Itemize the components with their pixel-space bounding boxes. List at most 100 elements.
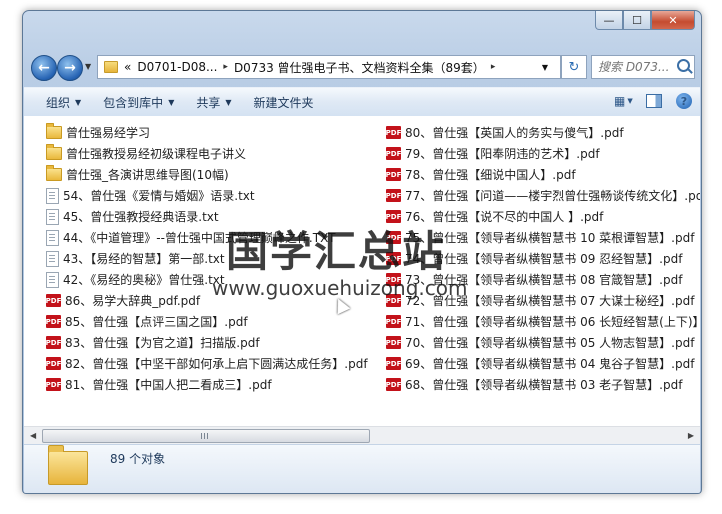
file-name: 81、曾仕强【中国人把二看成三】.pdf [65,378,272,392]
pdf-file-icon: PDF [46,336,61,349]
file-item[interactable]: PDF 70、曾仕强【领导者纵横智慧书 05 人物志智慧】.pdf [386,332,700,353]
share-label: 共享 [196,95,221,110]
file-item[interactable]: PDF 81、曾仕强【中国人把二看成三】.pdf [46,374,386,395]
arrow-right-icon: → [64,60,76,76]
file-item[interactable]: PDF 79、曾仕强【阳奉阴违的艺术】.pdf [386,143,700,164]
file-name: 71、曾仕强【领导者纵横智慧书 06 长短经智慧(上下)】.pdf [405,315,700,329]
view-grid-icon: ▦ [614,94,626,108]
recent-pages-dropdown[interactable]: ▼ [85,62,91,71]
watermark-title: 国学汇总站 [226,227,447,276]
preview-pane-button[interactable] [646,94,662,108]
chevron-down-icon: ▼ [85,62,92,71]
navigation-bar: ← → ▼ « D0701-D08... ▸ D0733 曾仕强电子书、文档资料… [29,53,695,81]
file-name: 79、曾仕强【阳奉阴违的艺术】.pdf [405,147,600,161]
command-bar: 组织 ▼ 包含到库中 ▼ 共享 ▼ 新建文件夹 ▦ ▼ ? [24,87,700,117]
scroll-left-icon[interactable]: ◀ [30,431,36,440]
new-folder-label: 新建文件夹 [253,95,314,110]
chevron-down-icon: ▼ [627,97,633,105]
pdf-file-icon: PDF [386,315,401,328]
file-name: 75、曾仕强【领导者纵横智慧书 10 菜根谭智慧】.pdf [405,231,695,245]
text-file-icon [46,271,59,288]
file-item[interactable]: PDF 71、曾仕强【领导者纵横智慧书 06 长短经智慧(上下)】.pdf [386,311,700,332]
watermark-url: www.guoxuehuizong.com [212,276,468,300]
breadcrumb-parent[interactable]: D0701-D08... [137,60,217,74]
pdf-file-icon: PDF [386,357,401,370]
organize-label: 组织 [46,95,71,110]
pdf-file-icon: PDF [386,168,401,181]
file-name: 82、曾仕强【中坚干部如何承上启下圆满达成任务】.pdf [65,357,368,371]
share-menu[interactable]: 共享 ▼ [196,94,231,111]
file-name: 54、曾仕强《爱情与婚姻》语录.txt [63,189,255,203]
search-icon[interactable] [677,59,690,72]
folder-icon [46,144,62,160]
include-library-menu[interactable]: 包含到库中 ▼ [103,94,174,111]
file-name: 77、曾仕强【问道——楼宇烈曾仕强畅谈传统文化】.pdf [405,189,700,203]
maximize-button[interactable]: ☐ [623,11,651,30]
pdf-file-icon: PDF [46,357,61,370]
large-folder-icon [48,445,88,485]
file-name: 曾仕强易经学习 [66,126,151,140]
text-file-icon [46,208,59,225]
folder-icon [104,61,118,73]
text-file-icon [46,229,59,246]
file-item[interactable]: PDF 78、曾仕强【细说中国人】.pdf [386,164,700,185]
address-bar[interactable]: « D0701-D08... ▸ D0733 曾仕强电子书、文档资料全集（89套… [97,55,561,79]
back-button[interactable]: ← [31,55,57,81]
file-item[interactable]: PDF 80、曾仕强【英国人的务实与傻气】.pdf [386,122,700,143]
organize-menu[interactable]: 组织 ▼ [46,94,81,111]
help-icon: ? [680,94,688,108]
refresh-button[interactable]: ↻ [561,55,587,79]
help-button[interactable]: ? [676,93,692,109]
file-name: 70、曾仕强【领导者纵横智慧书 05 人物志智慧】.pdf [405,336,695,350]
file-name: 68、曾仕强【领导者纵横智慧书 03 老子智慧】.pdf [405,378,683,392]
file-name: 74、曾仕强【领导者纵横智慧书 09 忍经智慧】.pdf [405,252,683,266]
breadcrumb-separator[interactable]: ▸ [491,62,496,72]
text-file-icon [46,250,59,267]
scrollbar-thumb[interactable] [42,429,370,443]
forward-button[interactable]: → [57,55,83,81]
text-file-icon [46,187,59,204]
address-dropdown-icon[interactable]: ▼ [542,63,548,72]
file-name: 69、曾仕强【领导者纵横智慧书 04 鬼谷子智慧】.pdf [405,357,695,371]
file-item[interactable]: 曾仕强_各演讲思维导图(10幅) [46,164,386,185]
breadcrumb-separator[interactable]: ▸ [223,62,228,72]
file-item[interactable]: PDF 69、曾仕强【领导者纵横智慧书 04 鬼谷子智慧】.pdf [386,353,700,374]
minimize-button[interactable]: — [595,11,623,30]
pdf-file-icon: PDF [386,147,401,160]
pdf-file-icon: PDF [386,336,401,349]
horizontal-scrollbar[interactable]: ◀ ▶ [24,426,700,444]
file-item[interactable]: 曾仕强易经学习 [46,122,386,143]
pdf-file-icon: PDF [46,378,61,391]
file-name: 曾仕强_各演讲思维导图(10幅) [66,168,229,182]
scroll-right-icon[interactable]: ▶ [688,431,694,440]
file-name: 80、曾仕强【英国人的务实与傻气】.pdf [405,126,624,140]
folder-icon [46,123,62,139]
file-name: 曾仕强教授易经初级课程电子讲义 [66,147,247,161]
pdf-file-icon: PDF [386,189,401,202]
window-controls: — ☐ ✕ [595,11,695,31]
file-name: 45、曾仕强教授经典语录.txt [63,210,219,224]
file-item[interactable]: PDF 83、曾仕强【为官之道】扫描版.pdf [46,332,386,353]
file-item[interactable]: 曾仕强教授易经初级课程电子讲义 [46,143,386,164]
scrollbar-grip-icon [201,433,209,439]
folder-icon [46,165,62,181]
search-input[interactable] [598,60,674,74]
file-item[interactable]: PDF 68、曾仕强【领导者纵横智慧书 03 老子智慧】.pdf [386,374,700,395]
chevron-down-icon: ▼ [75,97,82,107]
close-button[interactable]: ✕ [651,11,695,30]
view-controls: ▦ ▼ ? [600,93,692,109]
file-item[interactable]: 54、曾仕强《爱情与婚姻》语录.txt [46,185,386,206]
file-item[interactable]: PDF 82、曾仕强【中坚干部如何承上启下圆满达成任务】.pdf [46,353,386,374]
chevron-down-icon: ▼ [225,97,232,107]
chevron-down-icon: ▼ [168,97,175,107]
file-item[interactable]: PDF 85、曾仕强【点评三国之国】.pdf [46,311,386,332]
file-item[interactable]: PDF 77、曾仕强【问道——楼宇烈曾仕强畅谈传统文化】.pdf [386,185,700,206]
arrow-left-icon: ← [38,60,50,76]
search-box[interactable] [591,55,695,79]
breadcrumb-current[interactable]: D0733 曾仕强电子书、文档资料全集（89套） [234,59,485,76]
file-name: 85、曾仕强【点评三国之国】.pdf [65,315,248,329]
view-options-button[interactable]: ▦ ▼ [614,94,633,108]
new-folder-button[interactable]: 新建文件夹 [254,94,314,111]
item-count: 89 个对象 [110,452,166,466]
address-prefix[interactable]: « [124,60,131,74]
